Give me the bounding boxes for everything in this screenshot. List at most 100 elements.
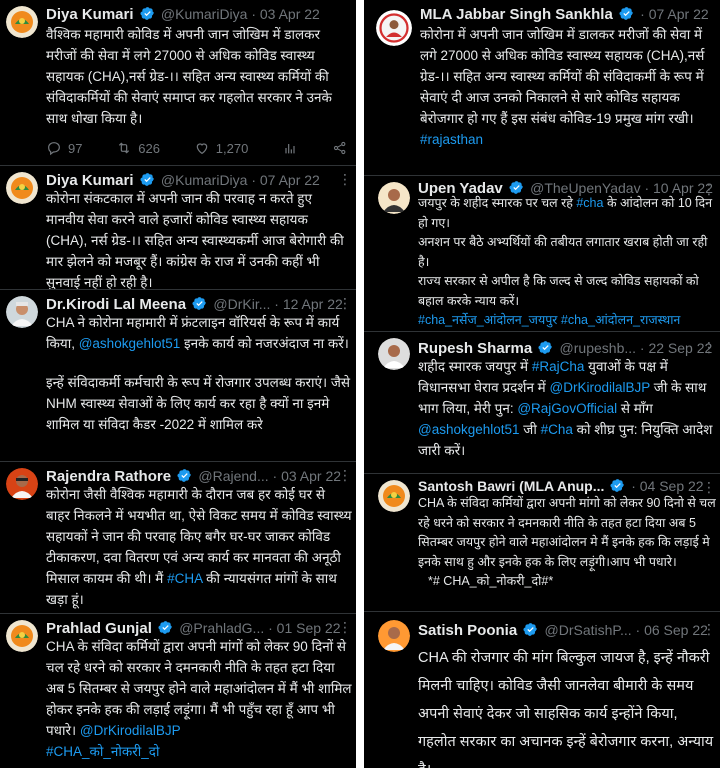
share-button[interactable] — [332, 140, 348, 156]
author-name[interactable]: Prahlad Gunjal — [46, 620, 152, 637]
reply-button[interactable]: 97 — [46, 140, 82, 156]
tweet-text: CHA की रोजगार की मांग बिल्कुल जायज है, इ… — [418, 650, 714, 768]
tweet-card[interactable]: Prahlad Gunjal @PrahladG... · 01 Sep 22 … — [0, 614, 356, 768]
more-icon[interactable]: ⋮ — [702, 618, 716, 640]
tweet-text: CHA ने कोरोना महामारी में फ्रंटलाइन वॉरि… — [46, 312, 352, 435]
author-name[interactable]: Rupesh Sharma — [418, 340, 532, 357]
author-handle[interactable]: @PrahladG... · 01 Sep 22 — [179, 620, 340, 636]
tweet-card[interactable]: Satish Poonia @DrSatishP... · 06 Sep 22 … — [364, 612, 720, 768]
author-name[interactable]: Dr.Kirodi Lal Meena — [46, 296, 186, 313]
tweet-text: CHA के संविदा कर्मियों द्वारा अपनी मांगो… — [418, 494, 716, 592]
hashtag-link[interactable]: #cha_नर्सेज_आंदोलन_जयपुर #cha_आंदोलन_राज… — [418, 313, 680, 327]
tweet-tag-text: *# CHA_को_नोकरी_दो#* — [428, 574, 554, 588]
reply-count: 97 — [68, 140, 83, 156]
more-icon[interactable]: ⋮ — [702, 336, 716, 358]
author-name[interactable]: Diya Kumari — [46, 6, 134, 23]
avatar[interactable] — [6, 468, 38, 500]
tweet-text: शहीद स्मारक जयपुर में #RajCha युवाओं के … — [418, 356, 716, 461]
retweet-count: 626 — [138, 140, 160, 156]
like-count: 1,270 — [215, 140, 249, 156]
tweet-text: कोरोना में अपनी जान जोखिम में डालकर मरीज… — [420, 24, 716, 150]
hashtag-link[interactable]: #RajCha — [532, 359, 585, 374]
mention-link[interactable]: @RajGovOfficial — [517, 401, 617, 416]
author-handle[interactable]: · 04 Sep 22 — [631, 478, 703, 494]
tweet-card[interactable]: Diya Kumari @KumariDiya · 07 Apr 22 ⋮ को… — [0, 166, 356, 290]
tweet-text-part: अनशन पर बैठे अभ्यर्थियों की तबीयत लगातार… — [418, 235, 708, 269]
tweet-actions: 97 626 1,270 — [46, 140, 348, 156]
tweet-card[interactable]: Dr.Kirodi Lal Meena @DrKir... · 12 Apr 2… — [0, 290, 356, 462]
hashtag-link[interactable]: #CHA — [167, 571, 202, 586]
avatar[interactable] — [378, 338, 410, 370]
author-name[interactable]: Santosh Bawri (MLA Anup... — [418, 478, 604, 494]
verified-badge-icon — [192, 296, 207, 311]
right-column: MLA Jabbar Singh Sankhla · 07 Apr 22 कोर… — [364, 0, 720, 768]
avatar[interactable] — [378, 480, 410, 512]
tweet-header: MLA Jabbar Singh Sankhla · 07 Apr 22 — [420, 2, 716, 26]
mention-link[interactable]: @ashokgehlot51 — [79, 336, 181, 351]
tweet-text-part: जी — [523, 422, 537, 437]
author-name[interactable]: Satish Poonia — [418, 622, 517, 639]
avatar[interactable] — [6, 620, 38, 652]
share-icon — [333, 141, 346, 155]
avatar[interactable] — [378, 182, 410, 214]
tweet-card[interactable]: Rupesh Sharma @rupeshb... · 22 Sep 22 ⋮ … — [364, 332, 720, 474]
like-button[interactable]: 1,270 — [194, 140, 249, 156]
more-icon[interactable]: ⋮ — [338, 616, 352, 638]
tweet-text-part: से माँग — [620, 401, 653, 416]
views-icon — [285, 144, 295, 154]
verified-badge-icon — [158, 620, 173, 635]
hashtag-link[interactable]: #Cha — [541, 422, 573, 437]
hashtag-link[interactable]: #rajasthan — [420, 132, 483, 147]
tweet-text-part: शहीद स्मारक जयपुर में — [418, 359, 529, 374]
avatar[interactable] — [378, 620, 410, 652]
avatar[interactable] — [6, 6, 38, 38]
left-column: Diya Kumari @KumariDiya · 03 Apr 22 वैश्… — [0, 0, 356, 768]
retweet-icon — [119, 142, 130, 154]
avatar[interactable] — [6, 296, 38, 328]
tweet-card[interactable]: MLA Jabbar Singh Sankhla · 07 Apr 22 कोर… — [364, 0, 720, 176]
mention-link[interactable]: @ashokgehlot51 — [418, 422, 520, 437]
author-handle[interactable]: @Rajend... · 03 Apr 22 — [198, 468, 341, 484]
tweet-text-part: इनके कार्य को नजरअंदाज ना करें। — [184, 336, 349, 351]
verified-badge-icon — [538, 340, 553, 355]
verified-badge-icon — [177, 468, 192, 483]
tweet-text: CHA के संविदा कर्मियों द्वारा अपनी मांगो… — [46, 636, 352, 762]
author-handle[interactable]: @DrKir... · 12 Apr 22 — [213, 296, 342, 312]
tweet-card[interactable]: Diya Kumari @KumariDiya · 03 Apr 22 वैश्… — [0, 0, 356, 166]
tweet-header: Satish Poonia @DrSatishP... · 06 Sep 22 — [418, 618, 716, 642]
mention-link[interactable]: @DrKirodilalBJP — [80, 723, 181, 738]
like-icon — [196, 143, 208, 155]
avatar[interactable] — [376, 10, 412, 46]
tweet-text-part: राज्य सरकार से अपील है कि जल्द से जल्द क… — [418, 274, 699, 308]
author-name[interactable]: Diya Kumari — [46, 172, 134, 189]
author-handle[interactable]: @KumariDiya · 07 Apr 22 — [161, 172, 320, 188]
tweet-text: जयपुर के शहीद स्मारक पर चल रहे #cha के आ… — [418, 194, 716, 331]
hashtag-link[interactable]: #cha — [576, 196, 603, 210]
verified-badge-icon — [140, 6, 155, 21]
tweet-text-part: कोरोना में अपनी जान जोखिम में डालकर मरीज… — [420, 27, 705, 126]
mention-link[interactable]: @DrKirodilalBJP — [550, 380, 651, 395]
verified-badge-icon — [610, 478, 625, 493]
avatar[interactable] — [6, 172, 38, 204]
author-name[interactable]: MLA Jabbar Singh Sankhla — [420, 6, 613, 23]
author-handle[interactable]: @DrSatishP... · 06 Sep 22 — [545, 622, 708, 638]
tweet-header: Diya Kumari @KumariDiya · 03 Apr 22 — [46, 2, 352, 26]
more-icon[interactable]: ⋮ — [338, 292, 352, 314]
tweet-text: कोरोना संकटकाल में अपनी जान की परवाह न क… — [46, 191, 344, 290]
author-handle[interactable]: · 07 Apr 22 — [640, 6, 709, 22]
retweet-button[interactable]: 626 — [116, 140, 160, 156]
tweet-card[interactable]: Rajendra Rathore @Rajend... · 03 Apr 22 … — [0, 462, 356, 614]
views-button[interactable] — [282, 140, 298, 156]
author-name[interactable]: Rajendra Rathore — [46, 468, 171, 485]
tweet-text: कोरोना जैसी वैश्विक महामारी के दौरान जब … — [46, 484, 352, 610]
more-icon[interactable]: ⋮ — [338, 168, 352, 190]
author-handle[interactable]: @rupeshb... · 22 Sep 22 — [560, 340, 713, 356]
hashtag-link[interactable]: #CHA_को_नोकरी_दो — [46, 744, 159, 759]
column-divider — [356, 0, 364, 768]
author-handle[interactable]: @KumariDiya · 03 Apr 22 — [161, 6, 320, 22]
tweet-card[interactable]: Upen Yadav @TheUpenYadav · 10 Apr 22 ⋮ ज… — [364, 176, 720, 332]
more-icon[interactable]: ⋮ — [338, 464, 352, 486]
tweet-text: वैश्विक महामारी कोविड में अपनी जान जोखिम… — [46, 27, 332, 126]
tweet-card[interactable]: Santosh Bawri (MLA Anup... · 04 Sep 22 ⋮… — [364, 474, 720, 612]
